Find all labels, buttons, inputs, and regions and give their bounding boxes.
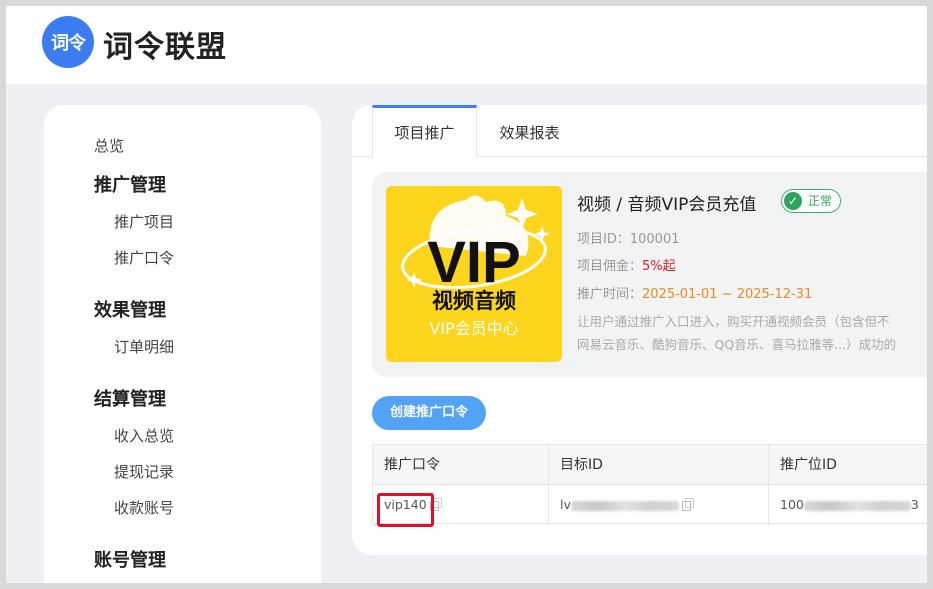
project-desc-line1: 让用户通过推广入口进入，购买开通视频会员（包含但不 — [577, 314, 890, 329]
project-id-label: 项目ID： — [577, 232, 630, 247]
promo-time-label: 推广时间： — [577, 287, 643, 302]
commission-label: 项目佣金： — [577, 259, 643, 274]
sidebar-item-overview[interactable]: 总览 — [94, 135, 124, 156]
promo-code-table: 推广口令 目标ID 推广位ID vip140 lv 100 3 — [372, 444, 927, 525]
project-desc-line2: 网易云音乐、酷狗音乐、QQ音乐、喜马拉雅等...）成功的 — [577, 337, 897, 352]
project-id-row: 项目ID：100001 — [577, 228, 680, 247]
col-header-target-id: 目标ID — [560, 457, 603, 473]
table-header: 推广口令 目标ID 推广位ID — [373, 445, 927, 485]
sidebar-item-promo-projects[interactable]: 推广项目 — [114, 211, 174, 232]
col-header-code: 推广口令 — [384, 457, 440, 473]
highlight-box — [377, 493, 434, 527]
position-id-suffix: 3 — [910, 497, 919, 512]
status-text: 正常 — [808, 194, 833, 208]
main-panel: 项目推广 效果报表 VIP 视频音频 VIP会员中心 视频 / 音频VIP会员充… — [352, 105, 927, 555]
project-id-value: 100001 — [629, 232, 680, 247]
app-frame: 词令 词令联盟 总览 推广管理 推广项目 推广口令 效果管理 订单明细 结算管理… — [6, 6, 927, 583]
create-promo-code-button[interactable]: 创建推广口令 — [372, 396, 486, 430]
sidebar-group-promotion: 推广管理 — [94, 175, 166, 196]
copy-icon[interactable] — [681, 497, 694, 511]
col-header-position-id: 推广位ID — [780, 457, 837, 473]
sidebar-item-income-overview[interactable]: 收入总览 — [114, 425, 174, 446]
commission-row: 项目佣金：5%起 — [577, 255, 676, 274]
cell-position-id: 100 3 — [769, 485, 919, 525]
logo-icon[interactable]: 词令 — [42, 16, 94, 68]
redacted-target-id — [570, 500, 679, 511]
status-badge: ✓ 正常 — [781, 189, 842, 213]
brand-name: 词令联盟 — [103, 30, 227, 65]
vip-image-art: VIP 视频音频 VIP会员中心 — [386, 186, 562, 362]
tab-bar: 项目推广 效果报表 — [352, 105, 927, 158]
sidebar-item-promo-codes[interactable]: 推广口令 — [114, 247, 174, 268]
vip-line2-text: 视频音频 — [432, 289, 516, 313]
cell-target-id: lv — [549, 485, 694, 525]
redacted-position-id — [803, 500, 911, 511]
tab-project-promotion[interactable]: 项目推广 — [372, 105, 477, 158]
target-id-text: lv — [560, 497, 571, 512]
project-card[interactable]: VIP 视频音频 VIP会员中心 视频 / 音频VIP会员充值 ✓ 正常 项目I… — [372, 172, 927, 377]
vip-project-image: VIP 视频音频 VIP会员中心 — [386, 186, 562, 362]
promo-time-row: 推广时间：2025-01-01 ~ 2025-12-31 — [577, 283, 812, 302]
sidebar-item-payee-account[interactable]: 收款账号 — [114, 497, 174, 518]
check-icon: ✓ — [784, 192, 802, 210]
top-header: 词令 词令联盟 — [6, 6, 927, 84]
tab-effect-report[interactable]: 效果报表 — [487, 105, 572, 157]
vip-line3-text: VIP会员中心 — [429, 319, 518, 338]
commission-value: 5%起 — [642, 259, 676, 274]
sidebar: 总览 推广管理 推广项目 推广口令 效果管理 订单明细 结算管理 收入总览 提现… — [44, 105, 321, 583]
sidebar-group-settlement: 结算管理 — [94, 389, 166, 410]
sidebar-item-withdraw-records[interactable]: 提现记录 — [114, 461, 174, 482]
project-title[interactable]: 视频 / 音频VIP会员充值 — [577, 190, 756, 215]
sidebar-item-order-detail[interactable]: 订单明细 — [114, 336, 174, 357]
vip-big-text: VIP — [427, 230, 521, 295]
sidebar-group-account: 账号管理 — [94, 550, 166, 571]
promo-time-value: 2025-01-01 ~ 2025-12-31 — [642, 287, 813, 302]
sidebar-group-effect: 效果管理 — [94, 300, 166, 321]
position-id-prefix: 100 — [780, 497, 804, 512]
